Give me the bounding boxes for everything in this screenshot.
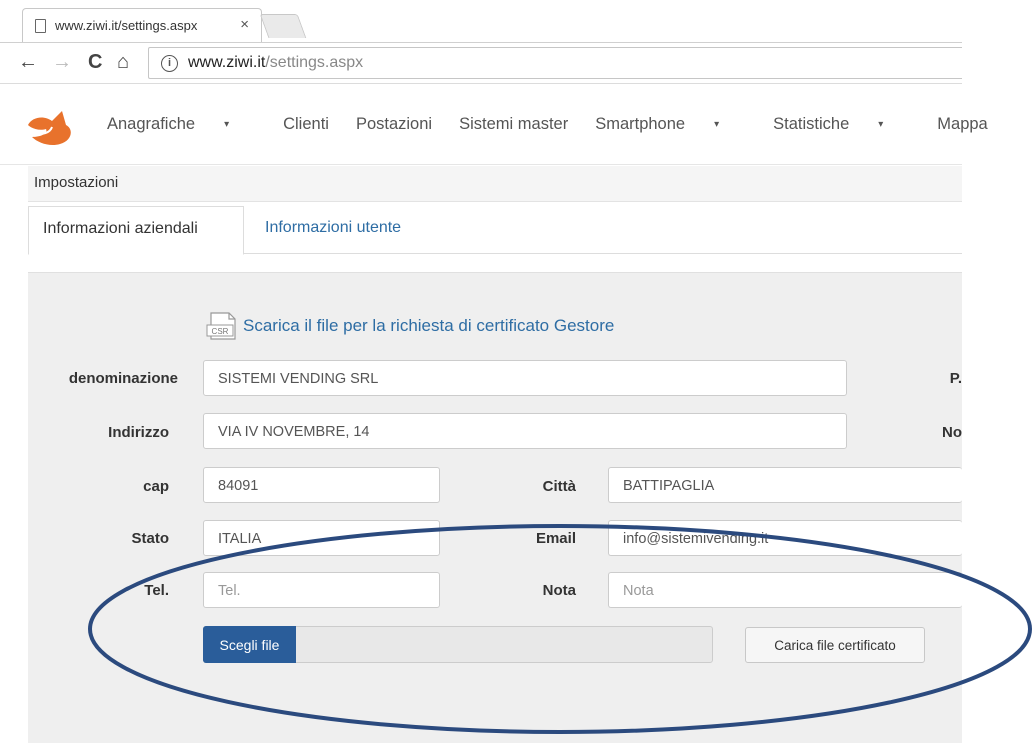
- email-field[interactable]: info@sistemivending.it: [608, 520, 962, 556]
- tab-informazioni-utente[interactable]: Informazioni utente: [265, 219, 401, 237]
- fox-logo-icon[interactable]: [22, 107, 78, 147]
- settings-tabs: Informazioni aziendali Informazioni uten…: [28, 202, 962, 255]
- menu-sistemi-master[interactable]: Sistemi master: [459, 115, 568, 134]
- menu-postazioni[interactable]: Postazioni: [356, 115, 432, 134]
- caret-down-icon: ▾: [878, 119, 884, 131]
- email-label: Email: [535, 530, 576, 547]
- address-bar[interactable]: i www.ziwi.it/settings.aspx: [148, 47, 962, 79]
- menu-smartphone[interactable]: Smartphone ▾: [595, 115, 746, 134]
- page-icon: [35, 18, 46, 33]
- browser-tab[interactable]: www.ziwi.it/settings.aspx ×: [22, 8, 262, 42]
- csr-file-icon: CSR: [206, 312, 236, 340]
- menu-clienti[interactable]: Clienti: [283, 115, 329, 134]
- denominazione-field[interactable]: SISTEMI VENDING SRL: [203, 360, 847, 396]
- caret-down-icon: ▾: [714, 119, 720, 131]
- indirizzo-field[interactable]: VIA IV NOVEMBRE, 14: [203, 413, 847, 449]
- csr-download-link[interactable]: CSR Scarica il file per la richiesta di …: [205, 311, 614, 341]
- csr-icon-text: CSR: [212, 327, 229, 336]
- csr-link-text: Scarica il file per la richiesta di cert…: [243, 316, 615, 335]
- url-host: www.ziwi.it: [188, 54, 266, 71]
- main-menu: Anagrafiche ▾ Clienti Postazioni Sistemi …: [107, 115, 1015, 134]
- reload-icon[interactable]: C: [88, 51, 102, 73]
- browser-toolbar: ← → C ⌂ i www.ziwi.it/settings.aspx: [0, 42, 962, 84]
- citta-label: Città: [542, 478, 576, 495]
- upload-certificate-button[interactable]: Carica file certificato: [745, 627, 925, 663]
- breadcrumb: Impostazioni: [28, 166, 962, 202]
- back-icon[interactable]: ←: [18, 51, 38, 73]
- cap-field[interactable]: 84091: [203, 467, 440, 503]
- new-tab-button[interactable]: [259, 14, 307, 38]
- info-icon[interactable]: i: [161, 54, 178, 72]
- home-icon[interactable]: ⌂: [117, 51, 129, 73]
- indirizzo-label: Indirizzo: [108, 424, 169, 441]
- menu-statistiche[interactable]: Statistiche ▾: [773, 115, 910, 134]
- partita-iva-label: P.: [949, 370, 962, 387]
- url-path: /settings.aspx: [265, 54, 364, 71]
- no-label: No: [942, 424, 962, 441]
- choose-file-button[interactable]: Scegli file: [203, 626, 296, 663]
- tel-label: Tel.: [144, 582, 169, 599]
- denominazione-label: denominazione: [68, 370, 178, 387]
- stato-field[interactable]: ITALIA: [203, 520, 440, 556]
- tel-field[interactable]: Tel.: [203, 572, 440, 608]
- company-form-panel: [28, 272, 962, 743]
- browser-tabstrip: www.ziwi.it/settings.aspx ×: [0, 0, 962, 42]
- menu-label: Smartphone: [595, 115, 686, 133]
- citta-field[interactable]: BATTIPAGLIA: [608, 467, 962, 503]
- caret-down-icon: ▾: [224, 119, 230, 131]
- browser-tab-title: www.ziwi.it/settings.aspx: [55, 18, 198, 33]
- menu-anagrafiche[interactable]: Anagrafiche ▾: [107, 115, 256, 134]
- breadcrumb-label: Impostazioni: [34, 174, 119, 191]
- app-navbar: Anagrafiche ▾ Clienti Postazioni Sistemi …: [0, 85, 988, 165]
- menu-label: Anagrafiche: [107, 115, 196, 133]
- menu-label: Statistiche: [773, 115, 850, 133]
- nota-field[interactable]: Nota: [608, 572, 962, 608]
- nota-label: Nota: [542, 582, 576, 599]
- stato-label: Stato: [131, 530, 170, 547]
- menu-mappa[interactable]: Mappa: [937, 115, 987, 134]
- close-icon[interactable]: ×: [240, 16, 249, 33]
- cap-label: cap: [143, 478, 169, 495]
- tab-informazioni-aziendali[interactable]: Informazioni aziendali: [28, 206, 244, 255]
- forward-icon[interactable]: →: [52, 51, 72, 73]
